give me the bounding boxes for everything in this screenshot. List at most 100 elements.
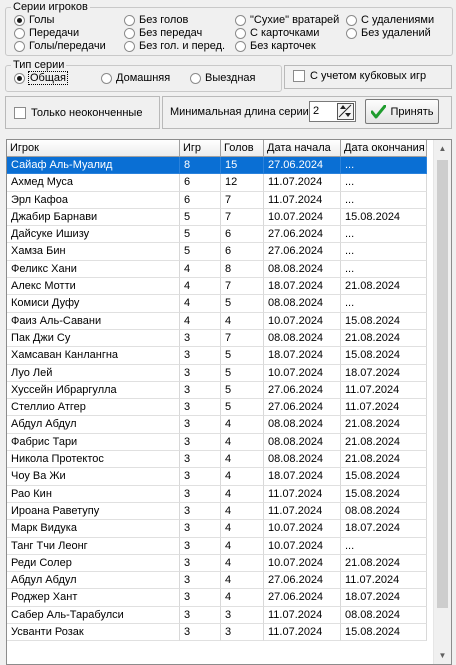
column-header-start-date[interactable]: Дата начала <box>264 140 341 157</box>
cell-player: Чоу Ва Жи <box>7 468 180 486</box>
radio-indicator <box>14 14 25 26</box>
radio-indicator <box>101 72 112 84</box>
table-row[interactable]: Сабер Аль-Тарабулси 3 3 11.07.2024 08.08.202… <box>7 606 427 625</box>
table-row[interactable]: Хамза Бин 5 6 27.06.2024... <box>7 243 427 261</box>
cell-goals: 4 <box>221 572 264 590</box>
scroll-thumb[interactable] <box>437 160 448 608</box>
table-row[interactable]: Хамсаван Канлангна 3 5 18.07.2024 15.08.2024 <box>7 347 427 365</box>
cell-player: Абдул Абдул <box>7 572 180 590</box>
radio-no-cards[interactable]: Без карточек <box>235 40 316 52</box>
table-row[interactable]: Никола Протектос 3 4 08.08.2024 21.08.2024 <box>7 451 427 469</box>
radio-type-overall[interactable]: Общая <box>14 71 68 85</box>
cell-end-date: 21.08.2024 <box>341 433 427 452</box>
table-row[interactable]: Хуссейн Ибраргулла 3 5 27.06.2024 11.07.2024 <box>7 381 427 400</box>
table-row[interactable]: Фабрис Тари 3 4 08.08.2024 21.08.2024 <box>7 433 427 452</box>
accept-button[interactable]: Принять <box>365 99 439 124</box>
type-group-title: Тип серии <box>11 59 67 71</box>
table-row[interactable]: Джабир Барнави 5 7 10.07.2024 15.08.2024 <box>7 208 427 227</box>
column-header-player[interactable]: Игрок <box>7 140 180 157</box>
radio-indicator <box>235 14 246 26</box>
cell-start-date: 08.08.2024 <box>264 433 341 452</box>
column-header-goals[interactable]: Голов <box>221 140 264 157</box>
cell-end-date: 18.07.2024 <box>341 589 427 607</box>
cell-start-date: 11.07.2024 <box>264 485 341 503</box>
cell-goals: 5 <box>221 347 264 365</box>
cell-player: Танг Тчи Леонг <box>7 537 180 555</box>
radio-type-home[interactable]: Домашняя <box>101 72 170 84</box>
table-row[interactable]: Эрл Кафоа 6 7 11.07.2024... <box>7 191 427 209</box>
cell-games: 6 <box>180 191 221 209</box>
cell-start-date: 08.08.2024 <box>264 451 341 469</box>
table-row[interactable]: Танг Тчи Леонг 3 4 10.07.2024... <box>7 537 427 555</box>
cell-player: Сайаф Аль-Муалид <box>7 157 180 175</box>
table-row[interactable]: Феликс Хани 4 8 08.08.2024... <box>7 260 427 279</box>
cell-goals: 7 <box>221 191 264 209</box>
cell-start-date: 10.07.2024 <box>264 554 341 573</box>
table-row[interactable]: Алекс Мотти 4 7 18.07.2024 21.08.2024 <box>7 278 427 296</box>
series-group-title: Серии игроков <box>11 1 90 13</box>
scroll-down-icon[interactable]: ▼ <box>434 647 451 664</box>
cell-games: 4 <box>180 295 221 313</box>
checkmark-icon <box>370 104 386 118</box>
table-row[interactable]: Сайаф Аль-Муалид 8 15 27.06.2024... <box>7 157 427 175</box>
table-row[interactable]: Фаиз Аль-Савани 4 4 10.07.2024 15.08.2024 <box>7 312 427 330</box>
table-row[interactable]: Стеллио Атгер 3 5 27.06.2024 11.07.2024 <box>7 399 427 417</box>
cell-goals: 4 <box>221 502 264 521</box>
table-row[interactable]: Пак Джи Су 3 7 08.08.2024 21.08.2024 <box>7 329 427 348</box>
table-row[interactable]: Дайсуке Ишизу 5 6 27.06.2024... <box>7 226 427 244</box>
table-row[interactable]: Ироана Раветупу 3 4 11.07.2024 08.08.2024 <box>7 502 427 521</box>
column-header-games[interactable]: Игр <box>180 140 221 157</box>
cup-games-checkbox[interactable]: С учетом кубковых игр <box>293 70 426 82</box>
cell-player: Хамсаван Канлангна <box>7 347 180 365</box>
table-row[interactable]: Роджер Хант 3 4 27.06.2024 18.07.2024 <box>7 589 427 607</box>
cell-end-date: 21.08.2024 <box>341 451 427 469</box>
radio-indicator <box>14 27 25 39</box>
radio-assists[interactable]: Передачи <box>14 27 79 39</box>
radio-indicator <box>14 72 25 84</box>
cell-start-date: 10.07.2024 <box>264 312 341 330</box>
table-row[interactable]: Ахмед Муса 6 12 11.07.2024... <box>7 174 427 192</box>
cell-start-date: 27.06.2024 <box>264 226 341 244</box>
radio-goals-assists[interactable]: Голы/передачи <box>14 40 106 52</box>
radio-clean-sheets[interactable]: "Сухие" вратарей <box>235 14 339 26</box>
table-row[interactable]: Марк Видука 3 4 10.07.2024 18.07.2024 <box>7 520 427 538</box>
cell-end-date: 21.08.2024 <box>341 554 427 573</box>
table-row[interactable]: Луо Лей 3 5 10.07.2024 18.07.2024 <box>7 364 427 382</box>
table-row[interactable]: Чоу Ва Жи 3 4 18.07.2024 15.08.2024 <box>7 468 427 486</box>
table-row[interactable]: Абдул Абдул 3 4 27.06.2024 11.07.2024 <box>7 572 427 590</box>
column-header-end-date[interactable]: Дата окончания <box>341 140 427 157</box>
radio-indicator <box>124 27 135 39</box>
cell-goals: 6 <box>221 243 264 261</box>
table-row[interactable]: Реди Солер 3 4 10.07.2024 21.08.2024 <box>7 554 427 573</box>
cell-end-date: 18.07.2024 <box>341 364 427 382</box>
cell-end-date: 15.08.2024 <box>341 468 427 486</box>
cell-start-date: 27.06.2024 <box>264 399 341 417</box>
min-length-stepper[interactable]: 2 <box>309 101 356 122</box>
cell-end-date: 11.07.2024 <box>341 381 427 400</box>
table-row[interactable]: Комиси Дуфу 4 5 08.08.2024... <box>7 295 427 313</box>
radio-type-away[interactable]: Выездная <box>190 72 256 84</box>
cell-goals: 4 <box>221 451 264 469</box>
stepper-arrows-icon[interactable] <box>337 103 354 120</box>
radio-goals[interactable]: Голы <box>14 14 54 26</box>
vertical-scrollbar[interactable]: ▲ ▼ <box>433 140 451 664</box>
radio-with-ejections[interactable]: С удалениями <box>346 14 434 26</box>
cell-end-date: ... <box>341 157 427 175</box>
radio-no-goals-assists[interactable]: Без гол. и перед. <box>124 40 225 52</box>
cell-start-date: 08.08.2024 <box>264 295 341 313</box>
radio-no-goals[interactable]: Без голов <box>124 14 188 26</box>
min-length-input[interactable]: 2 <box>313 105 319 117</box>
radio-with-cards[interactable]: С карточками <box>235 27 319 39</box>
scroll-up-icon[interactable]: ▲ <box>434 140 451 157</box>
table-row[interactable]: Рао Кин 3 4 11.07.2024 15.08.2024 <box>7 485 427 503</box>
radio-no-assists[interactable]: Без передач <box>124 27 202 39</box>
cell-goals: 4 <box>221 520 264 538</box>
series-grid[interactable]: Игрок Игр Голов Дата начала Дата окончан… <box>6 139 452 665</box>
cell-end-date: 21.08.2024 <box>341 278 427 296</box>
table-row[interactable]: Абдул Абдул 3 4 08.08.2024 21.08.2024 <box>7 416 427 434</box>
radio-no-ejections[interactable]: Без удалений <box>346 27 431 39</box>
table-row[interactable]: Усванти Розак 3 3 11.07.2024 15.08.2024 <box>7 624 427 642</box>
cell-player: Пак Джи Су <box>7 329 180 348</box>
cell-games: 3 <box>180 572 221 590</box>
unfinished-only-checkbox[interactable]: Только неоконченные <box>14 107 142 119</box>
